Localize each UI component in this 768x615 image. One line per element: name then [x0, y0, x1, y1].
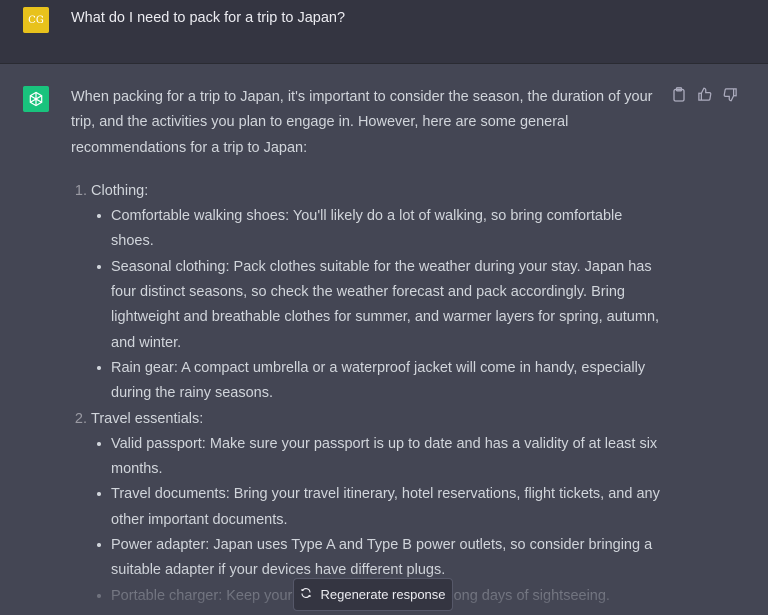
section-title: Clothing:	[91, 182, 149, 199]
intro-paragraph: When packing for a trip to Japan, it's i…	[71, 89, 653, 156]
user-message-row: CG What do I need to pack for a trip to …	[0, 0, 768, 64]
packing-list: Clothing: Comfortable walking shoes: You…	[71, 179, 661, 609]
section-title: Travel essentials:	[91, 410, 204, 427]
clipboard-icon[interactable]	[670, 86, 687, 103]
assistant-message-row: When packing for a trip to Japan, it's i…	[0, 64, 768, 615]
list-item: Rain gear: A compact umbrella or a water…	[97, 356, 661, 407]
list-item: Comfortable walking shoes: You'll likely…	[97, 204, 661, 255]
message-actions	[670, 86, 739, 103]
regenerate-response-button[interactable]: Regenerate response	[293, 578, 453, 611]
list-item: Valid passport: Make sure your passport …	[97, 432, 661, 483]
regenerate-label: Regenerate response	[320, 587, 446, 602]
list-item: Power adapter: Japan uses Type A and Typ…	[97, 533, 661, 584]
thumbs-down-icon[interactable]	[722, 86, 739, 103]
bullet-list: Comfortable walking shoes: You'll likely…	[91, 204, 661, 406]
user-avatar: CG	[23, 7, 49, 33]
chatgpt-logo-icon	[23, 86, 49, 112]
list-item: Travel documents: Bring your travel itin…	[97, 482, 661, 533]
refresh-icon	[300, 587, 312, 602]
user-message-text: What do I need to pack for a trip to Jap…	[71, 10, 346, 26]
list-item: Seasonal clothing: Pack clothes suitable…	[97, 255, 661, 356]
section-clothing: Clothing: Comfortable walking shoes: You…	[91, 179, 661, 407]
assistant-message-content: When packing for a trip to Japan, it's i…	[71, 85, 661, 609]
thumbs-up-icon[interactable]	[696, 86, 713, 103]
